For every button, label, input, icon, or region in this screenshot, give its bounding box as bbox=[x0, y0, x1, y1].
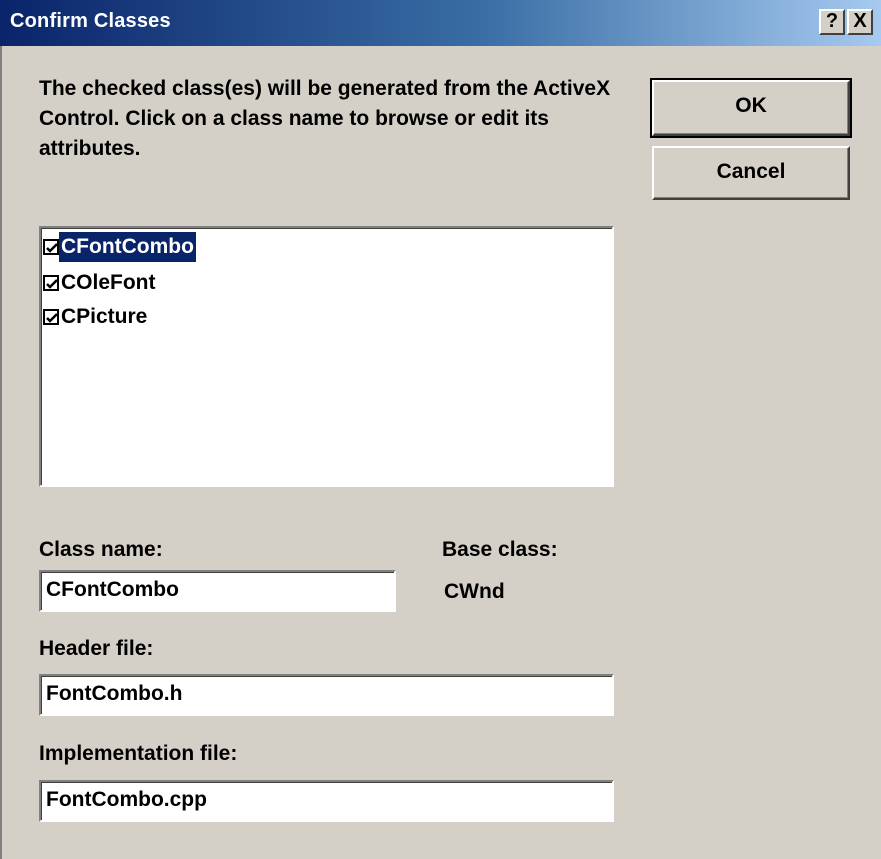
help-button[interactable]: ? bbox=[819, 9, 845, 35]
check-icon bbox=[46, 313, 58, 323]
header-file-label: Header file: bbox=[39, 637, 154, 660]
header-file-field[interactable]: FontCombo.h bbox=[39, 674, 614, 716]
list-item-label: COleFont bbox=[61, 271, 156, 294]
base-class-label: Base class: bbox=[442, 538, 558, 561]
list-item-label: CFontCombo bbox=[59, 232, 196, 262]
list-item-cpicture[interactable]: CPicture bbox=[43, 300, 149, 334]
checkbox-cpicture[interactable] bbox=[43, 309, 59, 325]
implementation-file-field[interactable]: FontCombo.cpp bbox=[39, 780, 614, 822]
title-bar[interactable]: Confirm Classes ? X bbox=[0, 0, 881, 46]
list-item-label: CPicture bbox=[61, 305, 148, 328]
class-name-field[interactable]: CFontCombo bbox=[39, 570, 396, 612]
window-border bbox=[0, 46, 2, 859]
checkbox-colefont[interactable] bbox=[43, 275, 59, 291]
close-button[interactable]: X bbox=[847, 9, 873, 35]
base-class-value: CWnd bbox=[444, 580, 505, 603]
check-icon bbox=[46, 243, 58, 253]
class-name-label: Class name: bbox=[39, 538, 163, 561]
instructions-text: The checked class(es) will be generated … bbox=[39, 77, 611, 160]
implementation-file-label: Implementation file: bbox=[39, 742, 238, 765]
list-item-colefont[interactable]: COleFont bbox=[43, 266, 158, 300]
checkbox-cfontcombo[interactable] bbox=[43, 239, 59, 255]
confirm-classes-dialog: Confirm Classes ? X The checked class(es… bbox=[0, 0, 881, 859]
window-title: Confirm Classes bbox=[10, 10, 171, 32]
class-listbox[interactable]: CFontCombo COleFont CPicture bbox=[39, 226, 614, 487]
cancel-button[interactable]: Cancel bbox=[652, 146, 850, 200]
ok-button[interactable]: OK bbox=[650, 78, 852, 138]
list-item-cfontcombo[interactable]: CFontCombo bbox=[43, 230, 196, 264]
check-icon bbox=[46, 279, 58, 289]
